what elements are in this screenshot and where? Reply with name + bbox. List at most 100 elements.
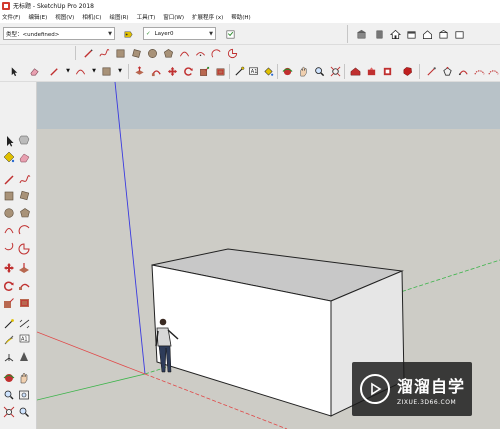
toolbar-separator: [344, 64, 345, 79]
layer-manager-icon[interactable]: [224, 28, 236, 40]
move-icon[interactable]: [4, 263, 14, 273]
orbit-icon[interactable]: [281, 65, 293, 77]
scale-icon[interactable]: [4, 298, 14, 309]
rectangle-icon[interactable]: [114, 47, 126, 59]
zoom-previous-icon[interactable]: [19, 407, 29, 417]
polygon-icon[interactable]: [162, 47, 174, 59]
side-view-icon[interactable]: [437, 28, 449, 40]
circle-icon[interactable]: [4, 208, 14, 218]
menu-window[interactable]: 窗口(W): [163, 13, 184, 21]
extension-warehouse-icon[interactable]: [373, 28, 385, 40]
menu-bar: 文件(F) 编辑(E) 视图(V) 相机(C) 绘图(R) 工具(T) 窗口(W…: [0, 11, 500, 23]
freehand-icon[interactable]: [98, 47, 110, 59]
rotated-rectangle-icon[interactable]: [19, 190, 30, 201]
protractor-icon[interactable]: [4, 335, 14, 345]
rotated-rectangle-icon[interactable]: [130, 47, 142, 59]
watermark-url: ZIXUE.3D66.COM: [397, 398, 457, 406]
pencil-icon[interactable]: [82, 47, 94, 59]
layer-dropdown[interactable]: ✓ Layer0 ▼: [143, 27, 216, 40]
menu-file[interactable]: 文件(F): [2, 13, 20, 21]
pie-icon[interactable]: [18, 243, 30, 255]
menu-draw[interactable]: 绘图(R): [109, 13, 128, 21]
eraser-icon[interactable]: [28, 65, 40, 77]
sandbox-scratch-icon[interactable]: [441, 65, 453, 77]
two-point-arc-icon[interactable]: [18, 225, 30, 235]
circle-icon[interactable]: [146, 47, 158, 59]
pie-icon[interactable]: [226, 47, 238, 59]
zoom-icon[interactable]: [313, 65, 325, 77]
zoom-extents-icon[interactable]: [329, 65, 341, 77]
freehand-icon[interactable]: [19, 175, 31, 184]
title-bar: 无标题 - SketchUp Pro 2018: [0, 0, 500, 11]
chevron-down-icon[interactable]: ▼: [114, 65, 126, 77]
3d-text-icon[interactable]: [20, 352, 28, 361]
line-tool-icon[interactable]: [48, 65, 60, 77]
follow-me-icon[interactable]: [150, 65, 162, 77]
text-tool-icon[interactable]: A1: [19, 334, 30, 343]
tag-tool-icon[interactable]: [122, 28, 134, 40]
menu-help[interactable]: 帮助(H): [231, 13, 250, 21]
select-arrow-icon[interactable]: [8, 65, 20, 77]
move-icon[interactable]: [166, 65, 178, 77]
chevron-down-icon[interactable]: ▼: [88, 65, 100, 77]
extension-warehouse-icon[interactable]: [381, 65, 393, 77]
paint-bucket-icon[interactable]: [3, 151, 15, 163]
menu-view[interactable]: 视图(V): [55, 13, 74, 21]
pan-icon[interactable]: [297, 65, 309, 77]
arc-icon[interactable]: [178, 47, 190, 59]
rectangle-tool-icon[interactable]: [100, 65, 112, 77]
polygon-icon[interactable]: [20, 208, 30, 218]
tape-measure-icon[interactable]: [4, 319, 14, 329]
pan-icon[interactable]: [20, 372, 28, 384]
menu-edit[interactable]: 编辑(E): [28, 13, 47, 21]
pencil-icon[interactable]: [4, 175, 14, 185]
push-pull-icon[interactable]: [133, 65, 145, 77]
sandbox-smoove-icon[interactable]: [457, 65, 469, 77]
chevron-down-icon: ▼: [209, 31, 213, 37]
component-icon[interactable]: [18, 135, 30, 145]
sandbox-drape-icon[interactable]: [487, 65, 499, 77]
warehouse-icon[interactable]: [349, 65, 361, 77]
zoom-window-icon[interactable]: [19, 390, 29, 400]
follow-me-icon[interactable]: [19, 283, 30, 290]
rectangle-icon[interactable]: [4, 191, 14, 201]
two-point-arc-icon[interactable]: [194, 47, 206, 59]
select-arrow-icon[interactable]: [7, 136, 14, 147]
ruby-console-icon[interactable]: [401, 65, 413, 77]
sketchup-logo-icon: [2, 1, 10, 10]
sandbox-contours-icon[interactable]: [425, 65, 437, 77]
warehouse-icon[interactable]: [355, 28, 367, 40]
tape-measure-icon[interactable]: [233, 65, 245, 77]
axes-icon[interactable]: [4, 354, 14, 362]
push-pull-icon[interactable]: [19, 263, 29, 273]
rotate-icon[interactable]: [3, 281, 14, 291]
share-model-icon[interactable]: [365, 65, 377, 77]
three-point-arc-icon[interactable]: [4, 242, 14, 251]
scale-icon[interactable]: [198, 65, 210, 77]
back-view-icon[interactable]: [453, 28, 465, 40]
offset-icon[interactable]: [214, 65, 226, 77]
chevron-down-icon[interactable]: ▼: [62, 65, 74, 77]
paint-bucket-icon[interactable]: [262, 65, 274, 77]
menu-tools[interactable]: 工具(T): [137, 13, 156, 21]
dimension-icon[interactable]: [19, 319, 30, 329]
toolbar-separator: [277, 64, 278, 79]
arc-tool-icon[interactable]: [74, 65, 86, 77]
front-view-icon[interactable]: [421, 28, 433, 40]
orbit-icon[interactable]: [3, 374, 15, 382]
toolbar-separator: [128, 64, 129, 79]
menu-extensions[interactable]: 扩展程序 (x): [192, 13, 223, 21]
tag-dropdown[interactable]: 类型：<undefined> ▼: [3, 27, 115, 40]
three-point-arc-icon[interactable]: [210, 47, 222, 59]
sandbox-stamp-icon[interactable]: [473, 65, 485, 77]
home-icon[interactable]: [389, 28, 401, 40]
eraser-icon[interactable]: [19, 153, 30, 163]
text-tool-icon[interactable]: A1: [247, 65, 259, 77]
offset-icon[interactable]: [20, 299, 29, 307]
top-view-icon[interactable]: [405, 28, 417, 40]
zoom-extents-icon[interactable]: [3, 406, 15, 418]
arc-icon[interactable]: [4, 228, 14, 234]
menu-camera[interactable]: 相机(C): [82, 13, 101, 21]
rotate-icon[interactable]: [182, 65, 194, 77]
zoom-icon[interactable]: [4, 390, 14, 400]
